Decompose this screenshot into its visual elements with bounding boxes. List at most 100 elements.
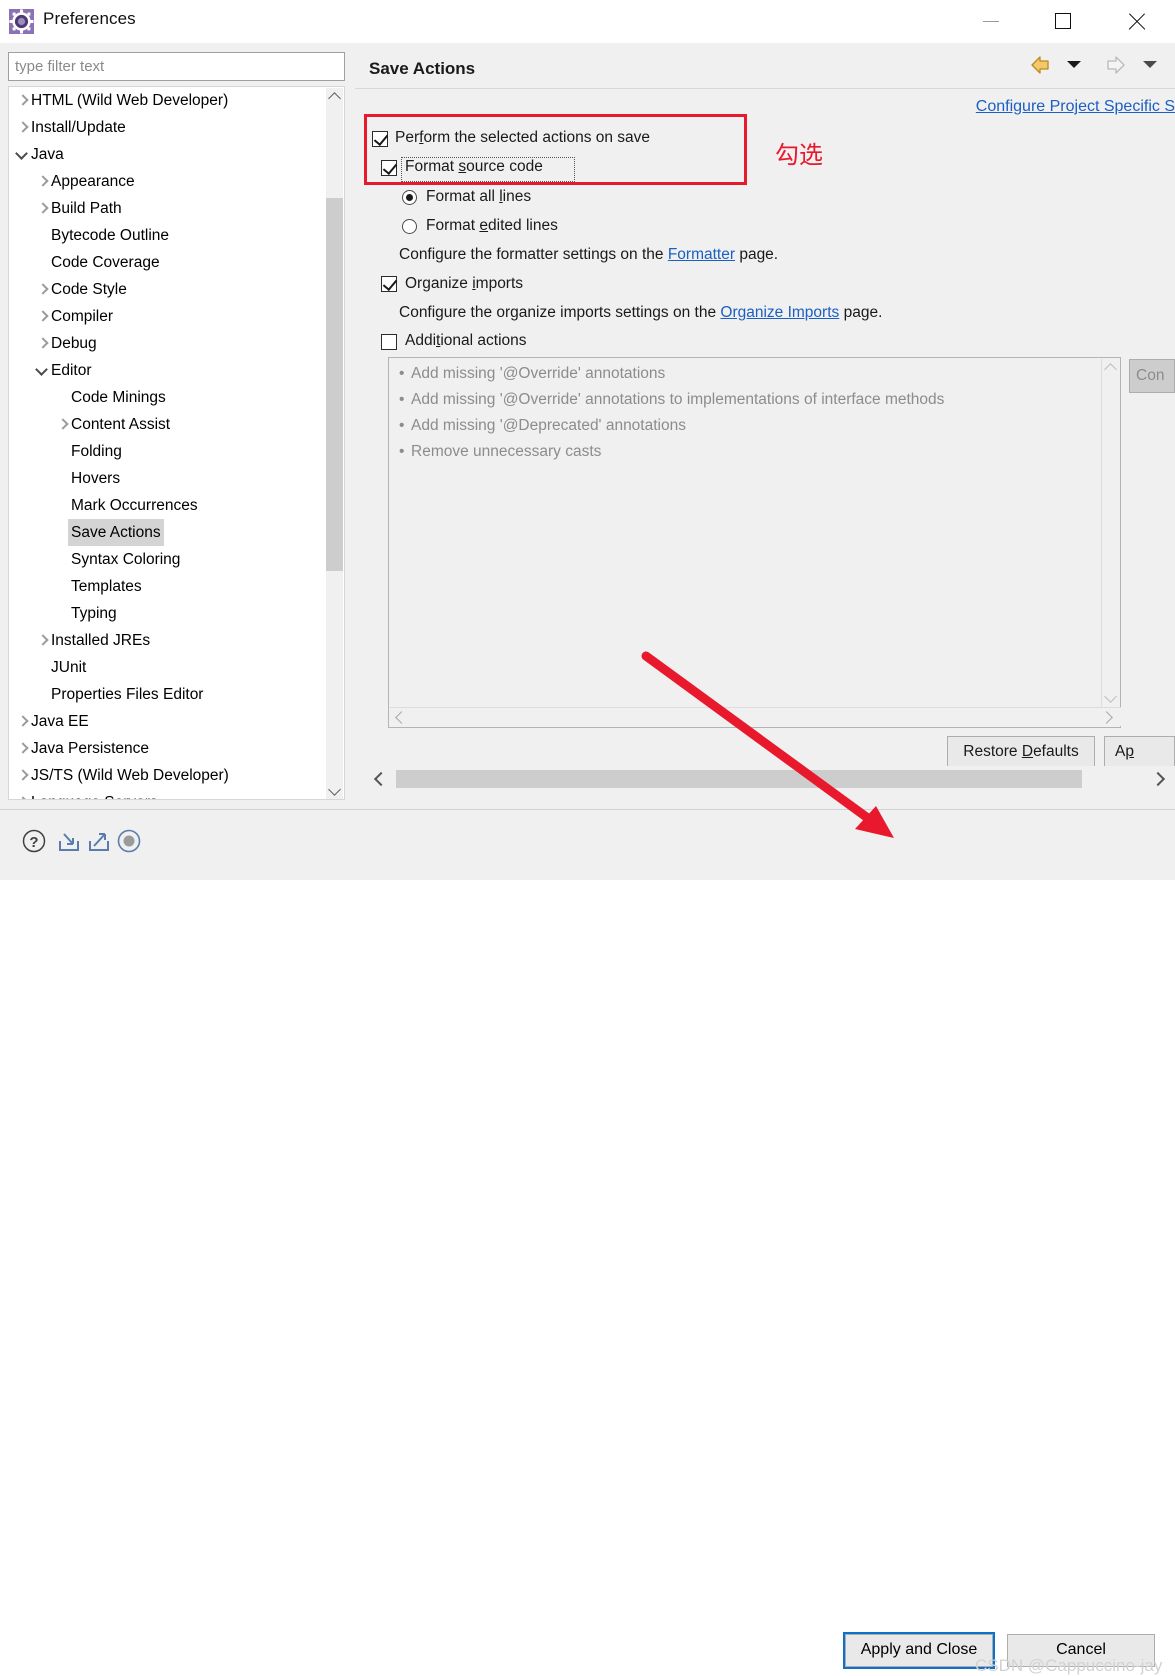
chevron-down-icon[interactable] [37,357,51,384]
sidebar-item-compiler[interactable]: Compiler [9,303,329,330]
list-scroll-down-button[interactable] [1102,690,1119,707]
chevron-right-icon[interactable] [37,330,51,357]
chevron-right-icon[interactable] [37,303,51,330]
chevron-right-icon[interactable] [37,627,51,654]
list-item: • Add missing '@Deprecated' annotations [399,417,686,435]
sidebar-item-save-actions[interactable]: Save Actions [9,519,329,546]
sidebar-item-editor[interactable]: Editor [9,357,329,384]
check-note-annotation: 勾选 [775,141,823,169]
minimize-button[interactable] [968,0,1030,43]
organize-hint-prefix: Configure the organize imports settings … [399,304,721,321]
sidebar-item-html-wild-web-developer[interactable]: HTML (Wild Web Developer) [9,87,329,114]
format-edited-lines-radio[interactable] [402,219,417,234]
sidebar-item-java[interactable]: Java [9,141,329,168]
chevron-left-icon[interactable] [373,771,389,787]
sidebar-item-debug[interactable]: Debug [9,330,329,357]
list-vertical-scrollbar[interactable] [1101,359,1119,707]
back-button[interactable] [1027,50,1053,80]
format-all-lines-radio[interactable] [402,190,417,205]
bullet-icon: • [399,417,405,434]
chevron-right-icon[interactable] [37,276,51,303]
chevron-down-icon[interactable] [17,141,31,168]
sidebar-item-label: Installed JREs [51,632,151,649]
chevron-right-icon[interactable] [1100,711,1113,724]
preferences-gear-icon [9,9,34,34]
sidebar-item-folding[interactable]: Folding [9,438,329,465]
additional-actions-list[interactable]: • Add missing '@Override' annotations • Add… [388,357,1121,728]
sidebar-item-code-minings[interactable]: Code Minings [9,384,329,411]
export-icon[interactable] [86,828,112,854]
sidebar-item-installed-jres[interactable]: Installed JREs [9,627,329,654]
sidebar-item-templates[interactable]: Templates [9,573,329,600]
chevron-down-icon [1143,61,1157,68]
chevron-right-icon[interactable] [17,762,31,789]
sidebar-item-properties-files-editor[interactable]: Properties Files Editor [9,681,329,708]
format-edited-lines-label[interactable]: Format edited lines [426,217,558,235]
sidebar-item-hovers[interactable]: Hovers [9,465,329,492]
dialog-footer: ? Apply and Close Cancel CSDN @Cappuccin… [0,809,1175,1675]
import-icon[interactable] [56,828,82,854]
preferences-tree[interactable]: HTML (Wild Web Developer) Install/Update J… [8,86,345,800]
svg-text:?: ? [29,834,38,851]
chevron-right-icon[interactable] [17,114,31,141]
list-horizontal-scrollbar[interactable] [390,707,1121,726]
sidebar-item-label: Compiler [51,308,114,325]
restore-defaults-button[interactable]: Restore Defaults [947,736,1095,767]
sidebar-item-install-update[interactable]: Install/Update [9,114,329,141]
scroll-up-button[interactable] [326,88,343,105]
scrollbar-thumb[interactable] [396,770,1082,788]
list-scroll-up-button[interactable] [1102,359,1119,376]
sidebar-item-label: Debug [51,335,97,352]
chevron-right-icon[interactable] [37,195,51,222]
back-history-dropdown[interactable] [1067,50,1083,80]
formatter-hint-prefix: Configure the formatter settings on the [399,246,668,263]
tree-vertical-scrollbar[interactable] [326,88,343,799]
forward-history-dropdown[interactable] [1143,50,1159,80]
close-button[interactable] [1108,0,1170,43]
configure-project-specific-link[interactable]: Configure Project Specific S [976,98,1175,116]
sidebar-item-content-assist[interactable]: Content Assist [9,411,329,438]
help-question-icon[interactable]: ? [21,828,47,854]
chevron-right-icon[interactable] [57,411,71,438]
sidebar-item-typing[interactable]: Typing [9,600,329,627]
additional-actions-label[interactable]: Additional actions [405,332,527,350]
sidebar-item-code-coverage[interactable]: Code Coverage [9,249,329,276]
scrollbar-thumb[interactable] [326,198,343,571]
sidebar-item-syntax-coloring[interactable]: Syntax Coloring [9,546,329,573]
chevron-right-icon[interactable] [17,789,31,799]
sidebar-item-build-path[interactable]: Build Path [9,195,329,222]
sidebar-item-mark-occurrences[interactable]: Mark Occurrences [9,492,329,519]
sidebar-item-code-style[interactable]: Code Style [9,276,329,303]
scroll-down-button[interactable] [326,783,343,799]
sidebar-item-java-persistence[interactable]: Java Persistence [9,735,329,762]
chevron-right-icon[interactable] [1150,771,1166,787]
record-circle-icon[interactable] [116,828,142,854]
sidebar-item-junit[interactable]: JUnit [9,654,329,681]
apply-button[interactable]: Ap [1104,736,1175,767]
chevron-left-icon[interactable] [395,711,408,724]
organize-imports-label[interactable]: Organize imports [405,275,523,293]
sidebar-item-language-servers[interactable]: Language Servers [9,789,329,799]
panel-horizontal-scrollbar[interactable] [367,766,1175,792]
maximize-button[interactable] [1038,0,1100,43]
forward-button[interactable] [1103,50,1129,80]
sidebar-item-java-ee[interactable]: Java EE [9,708,329,735]
search-input[interactable] [8,52,345,81]
chevron-right-icon[interactable] [17,708,31,735]
organize-imports-link[interactable]: Organize Imports [720,304,839,321]
chevron-right-icon[interactable] [17,735,31,762]
sidebar-item-js-ts-wild-web-developer[interactable]: JS/TS (Wild Web Developer) [9,762,329,789]
chevron-right-icon[interactable] [17,87,31,114]
chevron-down-icon [1104,690,1117,703]
additional-actions-checkbox[interactable] [381,334,397,350]
organize-imports-checkbox[interactable] [381,276,397,292]
format-all-lines-label[interactable]: Format all lines [426,188,531,206]
formatter-link[interactable]: Formatter [668,246,735,263]
sidebar-item-bytecode-outline[interactable]: Bytecode Outline [9,222,329,249]
sidebar-item-label: Folding [71,443,122,460]
sidebar-item-appearance[interactable]: Appearance [9,168,329,195]
chevron-right-icon[interactable] [37,168,51,195]
